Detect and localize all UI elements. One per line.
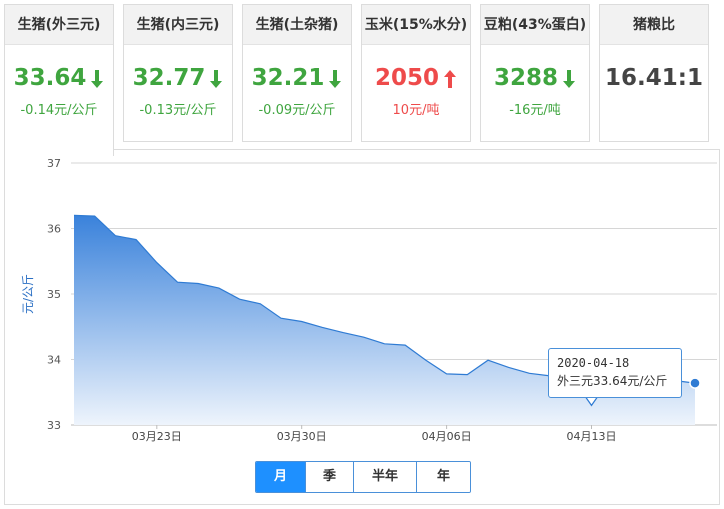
- indicator-card-4[interactable]: 玉米(15%水分) 2050 10元/吨: [361, 4, 471, 142]
- x-tick-label: 03月23日: [132, 430, 182, 443]
- card-title: 猪粮比: [600, 5, 708, 45]
- indicator-card-1[interactable]: 生猪(外三元) 33.64 -0.14元/公斤: [4, 4, 114, 156]
- indicator-card-3[interactable]: 生猪(土杂猪) 32.21 -0.09元/公斤: [242, 4, 352, 142]
- card-value-row: 32.77: [124, 63, 232, 93]
- card-title: 生猪(内三元): [124, 5, 232, 45]
- card-title: 玉米(15%水分): [362, 5, 470, 45]
- card-value: 16.41:1: [605, 65, 703, 91]
- tooltip-date: 2020-04-18: [557, 356, 630, 370]
- range-tabs: 月季半年年: [255, 461, 471, 493]
- card-value-row: 2050: [362, 63, 470, 93]
- price-chart-panel: 33 34 35 36 37 03月23日 03月30日 04月06日 04月13日 元/公斤 2…: [4, 149, 720, 505]
- x-tick-label: 03月30日: [277, 430, 327, 443]
- card-change: -0.13元/公斤: [139, 103, 217, 118]
- y-axis-label: 元/公斤: [21, 274, 35, 314]
- card-value: 32.77: [132, 65, 206, 91]
- card-value: 3288: [493, 65, 558, 91]
- x-tick-label: 04月13日: [567, 430, 617, 443]
- x-tick-label: 04月06日: [422, 430, 472, 443]
- arrow-down-icon: [329, 69, 342, 88]
- y-tick-label: 34: [47, 354, 61, 367]
- range-tab-4[interactable]: 年: [417, 462, 470, 492]
- card-value: 33.64: [13, 65, 87, 91]
- tooltip-value: 外三元33.64元/公斤: [557, 374, 668, 388]
- card-value-row: 16.41:1: [600, 63, 708, 93]
- card-value-row: 32.21: [243, 63, 351, 93]
- arrow-down-icon: [563, 69, 575, 88]
- arrow-down-icon: [210, 69, 223, 88]
- card-change: -0.09元/公斤: [258, 103, 336, 118]
- arrow-up-icon: [444, 69, 456, 88]
- card-change: 10元/吨: [392, 103, 440, 118]
- indicator-card-6[interactable]: 猪粮比 16.41:1: [599, 4, 709, 142]
- indicator-card-2[interactable]: 生猪(内三元) 32.77 -0.13元/公斤: [123, 4, 233, 142]
- card-value: 2050: [374, 65, 439, 91]
- indicator-cards: 生猪(外三元) 33.64 -0.14元/公斤 生猪(内三元) 32.77 -0.13元/…: [0, 0, 724, 156]
- card-change: -16元/吨: [509, 103, 561, 118]
- y-tick-label: 37: [47, 157, 61, 170]
- y-tick-label: 35: [47, 288, 61, 301]
- range-tab-3[interactable]: 半年: [354, 462, 417, 492]
- card-value-row: 3288: [481, 63, 589, 93]
- card-title: 豆粕(43%蛋白): [481, 5, 589, 45]
- price-chart[interactable]: 33 34 35 36 37 03月23日 03月30日 04月06日 04月13日 元/公斤: [5, 150, 721, 506]
- arrow-down-icon: [91, 69, 104, 88]
- indicator-card-5[interactable]: 豆粕(43%蛋白) 3288 -16元/吨: [480, 4, 590, 142]
- card-title: 生猪(土杂猪): [243, 5, 351, 45]
- y-tick-label: 33: [47, 419, 61, 432]
- chart-tooltip: 2020-04-18 外三元33.64元/公斤: [548, 348, 682, 398]
- range-tab-1[interactable]: 月: [256, 462, 306, 492]
- card-value: 32.21: [251, 65, 325, 91]
- range-tab-2[interactable]: 季: [306, 462, 354, 492]
- card-value-row: 33.64: [5, 63, 113, 93]
- y-tick-label: 36: [47, 223, 61, 236]
- highlighted-data-point: [689, 377, 701, 389]
- card-title: 生猪(外三元): [5, 5, 113, 45]
- card-change: -0.14元/公斤: [20, 103, 98, 118]
